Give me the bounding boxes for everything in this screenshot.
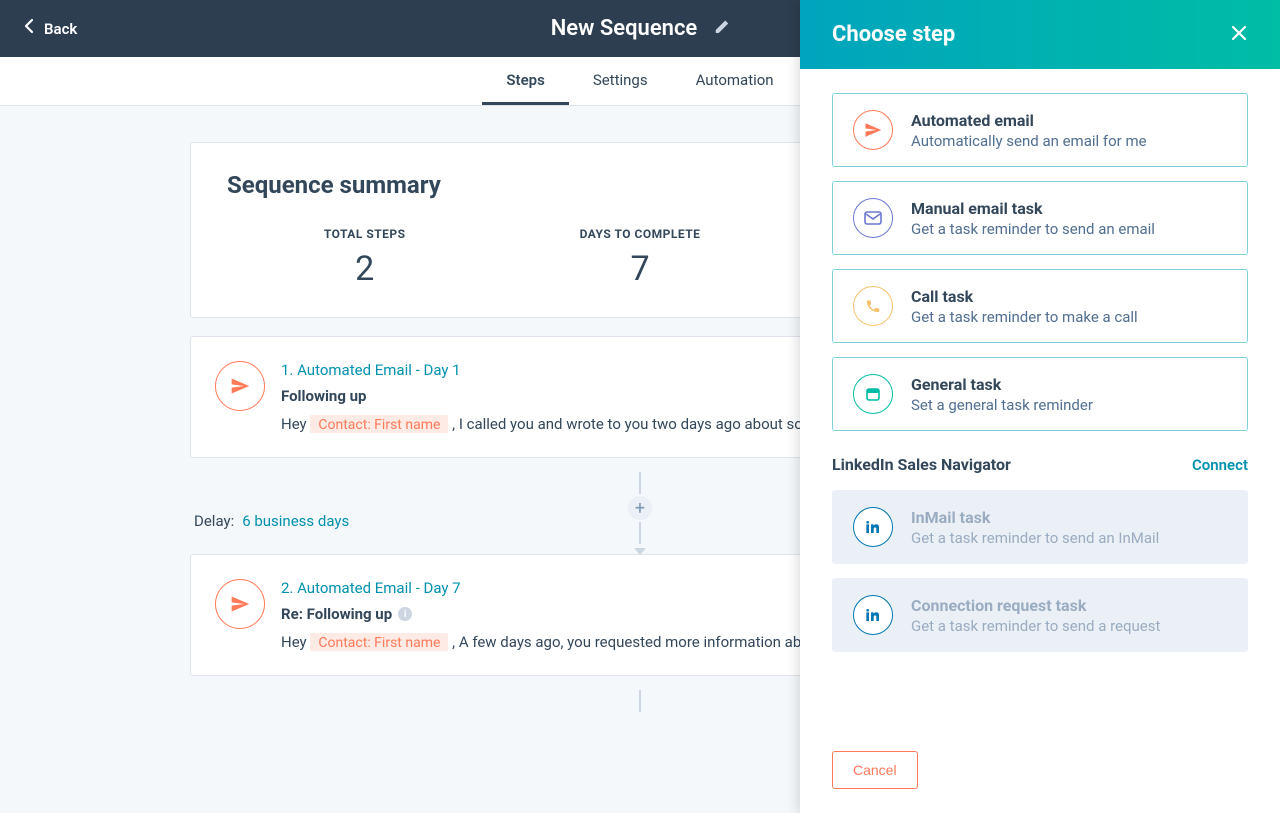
stat-label: DAYS TO COMPLETE: [502, 227, 777, 241]
close-icon[interactable]: [1230, 23, 1248, 47]
tab-settings[interactable]: Settings: [569, 57, 672, 105]
line-icon: [639, 690, 641, 712]
phone-icon: [853, 286, 893, 326]
option-text: General task Set a general task reminder: [911, 375, 1227, 414]
chevron-left-icon: [24, 18, 34, 39]
option-title: Manual email task: [911, 199, 1227, 218]
option-call-task[interactable]: Call task Get a task reminder to make a …: [832, 269, 1248, 343]
option-title: General task: [911, 375, 1227, 394]
send-icon: [215, 361, 265, 411]
option-desc: Set a general task reminder: [911, 396, 1227, 414]
panel-title: Choose step: [832, 22, 955, 47]
option-text: InMail task Get a task reminder to send …: [911, 508, 1227, 547]
option-text: Connection request task Get a task remin…: [911, 596, 1227, 635]
arrow-down-icon: [634, 540, 646, 559]
option-title: Connection request task: [911, 596, 1227, 615]
back-button[interactable]: Back: [24, 18, 77, 39]
token-first-name: Contact: First name: [310, 633, 448, 651]
tab-automation[interactable]: Automation: [672, 57, 798, 105]
option-connection-request: Connection request task Get a task remin…: [832, 578, 1248, 652]
send-icon: [215, 579, 265, 629]
linkedin-title: LinkedIn Sales Navigator: [832, 455, 1011, 474]
send-icon: [853, 110, 893, 150]
option-desc: Get a task reminder to send a request: [911, 617, 1227, 635]
option-automated-email[interactable]: Automated email Automatically send an em…: [832, 93, 1248, 167]
linkedin-icon: [853, 595, 893, 635]
option-desc: Get a task reminder to send an email: [911, 220, 1227, 238]
add-step-button[interactable]: +: [628, 496, 652, 520]
option-inmail-task: InMail task Get a task reminder to send …: [832, 490, 1248, 564]
option-text: Automated email Automatically send an em…: [911, 111, 1227, 150]
option-text: Manual email task Get a task reminder to…: [911, 199, 1227, 238]
tab-steps[interactable]: Steps: [482, 57, 568, 105]
option-manual-email[interactable]: Manual email task Get a task reminder to…: [832, 181, 1248, 255]
panel-footer: Cancel: [800, 731, 1280, 813]
panel-body: Automated email Automatically send an em…: [800, 69, 1280, 731]
choose-step-panel: Choose step Automated email Automaticall…: [800, 0, 1280, 813]
info-icon[interactable]: i: [398, 607, 412, 621]
edit-icon[interactable]: [713, 19, 729, 39]
stat-label: TOTAL STEPS: [227, 227, 502, 241]
preview-pre: Hey: [281, 415, 310, 433]
option-desc: Get a task reminder to make a call: [911, 308, 1227, 326]
option-title: InMail task: [911, 508, 1227, 527]
stat-value: 2: [227, 249, 502, 289]
option-title: Call task: [911, 287, 1227, 306]
preview-post: , A few days ago, you requested more inf…: [452, 633, 823, 651]
option-text: Call task Get a task reminder to make a …: [911, 287, 1227, 326]
calendar-icon: [853, 374, 893, 414]
cancel-button[interactable]: Cancel: [832, 751, 918, 789]
token-first-name: Contact: First name: [310, 415, 448, 433]
page-title: New Sequence: [551, 16, 698, 41]
linkedin-icon: [853, 507, 893, 547]
stat-value: 7: [502, 249, 777, 289]
back-label: Back: [44, 20, 77, 38]
preview-pre: Hey: [281, 633, 310, 651]
preview-post: , I called you and wrote to you two days…: [452, 415, 824, 433]
title-wrap: New Sequence: [551, 16, 730, 41]
step-subject-text: Re: Following up: [281, 605, 392, 623]
option-title: Automated email: [911, 111, 1227, 130]
mail-icon: [853, 198, 893, 238]
stat-days: DAYS TO COMPLETE 7: [502, 227, 777, 289]
option-desc: Get a task reminder to send an InMail: [911, 529, 1227, 547]
stat-total-steps: TOTAL STEPS 2: [227, 227, 502, 289]
option-desc: Automatically send an email for me: [911, 132, 1227, 150]
line-icon: [639, 472, 641, 494]
panel-header: Choose step: [800, 0, 1280, 69]
option-general-task[interactable]: General task Set a general task reminder: [832, 357, 1248, 431]
linkedin-section-header: LinkedIn Sales Navigator Connect: [832, 455, 1248, 474]
connect-link[interactable]: Connect: [1192, 456, 1248, 474]
